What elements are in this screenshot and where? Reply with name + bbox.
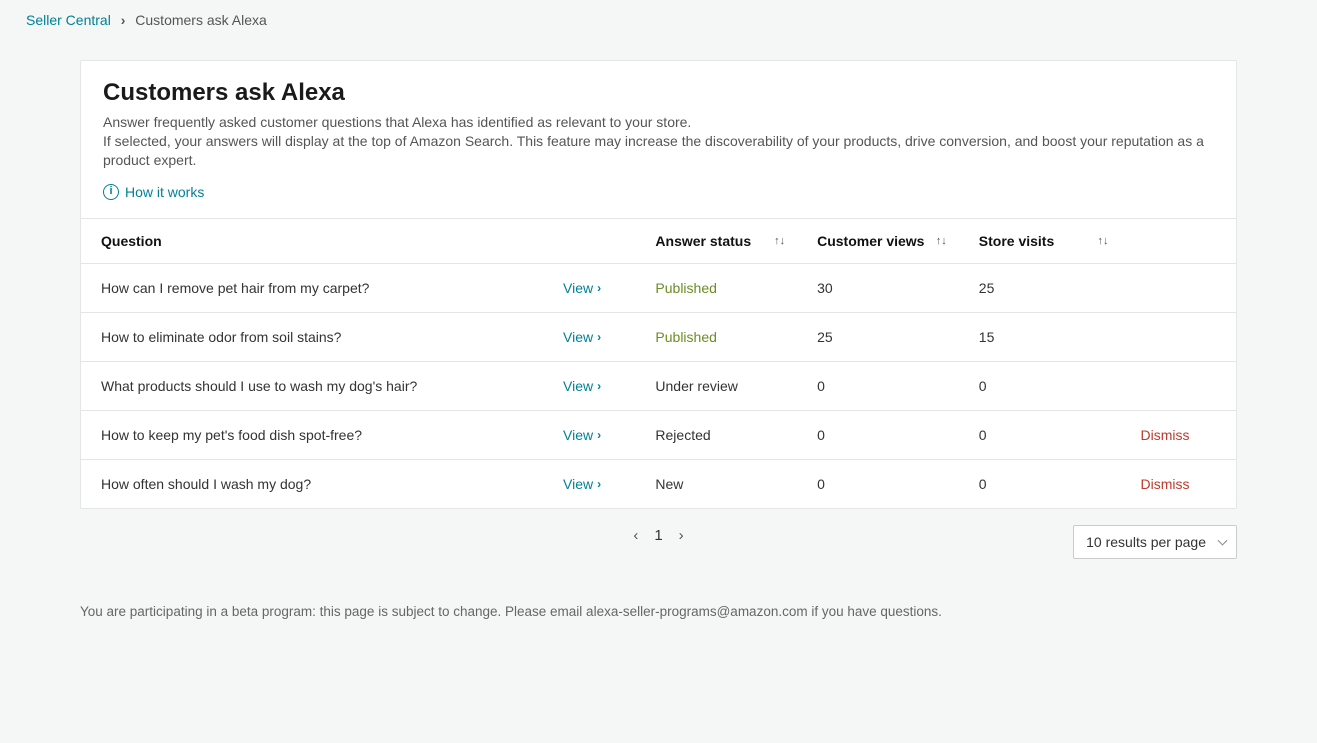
col-header-store-visits-label: Store visits [979,233,1054,249]
table-row: What products should I use to wash my do… [81,361,1236,410]
footer-controls: ‹ 1 › 10 results per page [80,527,1237,544]
page-root: Seller Central › Customers ask Alexa Cus… [0,0,1317,659]
status-label: New [655,476,683,492]
question-cell: How can I remove pet hair from my carpet… [81,263,543,312]
questions-table: Question Answer status ↑↓ Customer views… [81,219,1236,508]
card-header: Customers ask Alexa Answer frequently as… [81,61,1236,219]
question-cell: How often should I wash my dog? [81,459,543,508]
col-header-customer-views-label: Customer views [817,233,924,249]
status-label: Rejected [655,427,710,443]
customer-views-cell: 0 [797,459,959,508]
chevron-right-icon: › [597,330,601,344]
col-header-store-visits[interactable]: Store visits ↑↓ [959,219,1121,264]
breadcrumb-root-link[interactable]: Seller Central [26,12,111,28]
chevron-right-icon: › [597,428,601,442]
table-row: How to eliminate odor from soil stains? V… [81,312,1236,361]
results-per-page-select[interactable]: 10 results per page [1073,525,1237,559]
dismiss-link[interactable]: Dismiss [1140,476,1189,492]
view-link[interactable]: View › [563,280,601,296]
store-visits-cell: 15 [959,312,1121,361]
status-label: Under review [655,378,737,394]
page-description-line1: Answer frequently asked customer questio… [103,113,1214,132]
table-row: How often should I wash my dog? View › New 0… [81,459,1236,508]
view-link[interactable]: View › [563,378,601,394]
how-it-works-link[interactable]: i How it works [103,184,204,200]
table-row: How can I remove pet hair from my carpet… [81,263,1236,312]
page-title: Customers ask Alexa [103,79,1214,107]
customer-views-cell: 25 [797,312,959,361]
col-header-question: Question [81,219,543,264]
breadcrumb-separator: › [121,12,126,28]
view-link[interactable]: View › [563,329,601,345]
pager-next[interactable]: › [679,527,684,544]
main-card: Customers ask Alexa Answer frequently as… [80,60,1237,509]
col-header-answer-status-label: Answer status [655,233,751,249]
view-link[interactable]: View › [563,476,601,492]
breadcrumb: Seller Central › Customers ask Alexa [0,0,1317,40]
question-cell: How to keep my pet's food dish spot-free… [81,410,543,459]
sort-icon: ↑↓ [1097,235,1108,247]
page-description-line2: If selected, your answers will display a… [103,132,1214,170]
question-cell: How to eliminate odor from soil stains? [81,312,543,361]
col-header-view [543,219,635,264]
pager-prev[interactable]: ‹ [633,527,638,544]
store-visits-cell: 0 [959,459,1121,508]
results-per-page-label: 10 results per page [1086,534,1206,550]
store-visits-cell: 25 [959,263,1121,312]
info-icon: i [103,184,119,200]
sort-icon: ↑↓ [936,235,947,247]
col-header-action [1120,219,1236,264]
view-link-label: View [563,427,593,443]
store-visits-cell: 0 [959,410,1121,459]
sort-icon: ↑↓ [774,235,785,247]
customer-views-cell: 0 [797,410,959,459]
status-label: Published [655,329,717,345]
col-header-answer-status[interactable]: Answer status ↑↓ [635,219,797,264]
status-label: Published [655,280,717,296]
how-it-works-label: How it works [125,184,204,200]
chevron-right-icon: › [597,281,601,295]
customer-views-cell: 0 [797,361,959,410]
pager: ‹ 1 › [633,527,683,544]
chevron-right-icon: › [597,379,601,393]
col-header-customer-views[interactable]: Customer views ↑↓ [797,219,959,264]
breadcrumb-current: Customers ask Alexa [135,12,267,28]
view-link-label: View [563,476,593,492]
beta-note: You are participating in a beta program:… [80,604,1237,619]
view-link[interactable]: View › [563,427,601,443]
dismiss-link[interactable]: Dismiss [1140,427,1189,443]
question-cell: What products should I use to wash my do… [81,361,543,410]
view-link-label: View [563,378,593,394]
customer-views-cell: 30 [797,263,959,312]
view-link-label: View [563,329,593,345]
pager-current: 1 [654,527,662,544]
chevron-right-icon: › [597,477,601,491]
view-link-label: View [563,280,593,296]
store-visits-cell: 0 [959,361,1121,410]
table-row: How to keep my pet's food dish spot-free… [81,410,1236,459]
